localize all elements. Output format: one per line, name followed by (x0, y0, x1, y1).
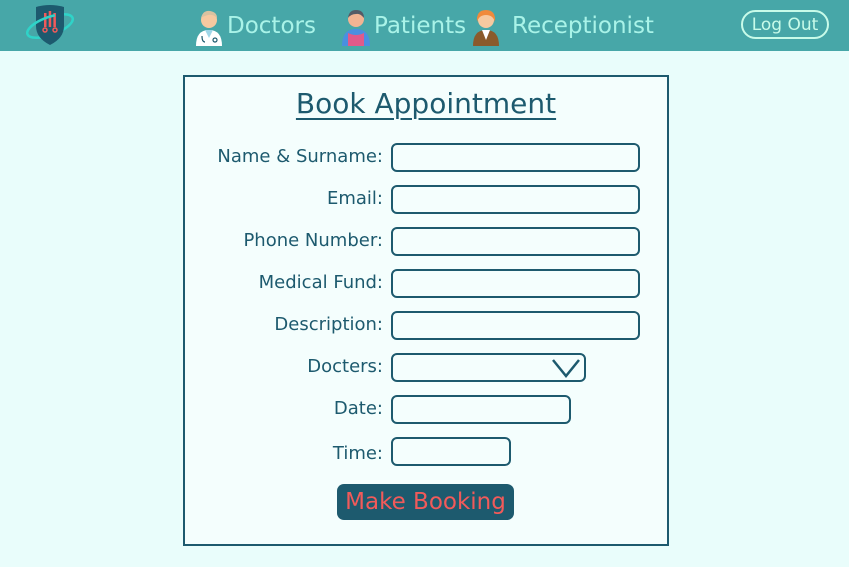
nav-item-doctors[interactable]: Doctors (193, 4, 316, 48)
nav-item-receptionist[interactable]: Receptionist (470, 4, 654, 48)
chevron-down-icon (552, 359, 580, 378)
medical-fund-input[interactable] (391, 269, 640, 298)
medical-fund-label: Medical Fund: (258, 272, 383, 293)
make-booking-button[interactable]: Make Booking (337, 484, 514, 520)
logout-button[interactable]: Log Out (741, 10, 829, 39)
patient-avatar-icon (342, 10, 370, 46)
nav-label-doctors: Doctors (227, 13, 316, 39)
time-label: Time: (332, 443, 383, 464)
nav-item-patients[interactable]: Patients (340, 4, 466, 48)
name-label: Name & Surname: (217, 146, 383, 167)
doctor-avatar-icon (196, 10, 222, 46)
date-input[interactable] (391, 395, 571, 424)
time-input[interactable] (391, 437, 511, 466)
description-input[interactable] (391, 311, 640, 340)
description-label: Description: (274, 314, 383, 335)
email-label: Email: (326, 188, 383, 209)
email-input[interactable] (391, 185, 640, 214)
date-label: Date: (333, 398, 383, 419)
doctors-label: Docters: (307, 356, 383, 377)
book-appointment-form: Book Appointment Name & Surname: Email: … (183, 75, 669, 546)
form-title: Book Appointment (295, 87, 557, 120)
phone-number-input[interactable] (391, 227, 640, 256)
top-navbar: Doctors Patients Receptionist Log Out (0, 0, 849, 51)
nav-label-patients: Patients (374, 13, 467, 39)
hospital-shield-logo[interactable] (24, 2, 76, 48)
receptionist-avatar-icon (473, 10, 499, 46)
doctors-select[interactable] (391, 353, 586, 382)
name-surname-input[interactable] (391, 143, 640, 172)
nav-label-receptionist: Receptionist (512, 13, 654, 39)
phone-label: Phone Number: (243, 230, 383, 251)
